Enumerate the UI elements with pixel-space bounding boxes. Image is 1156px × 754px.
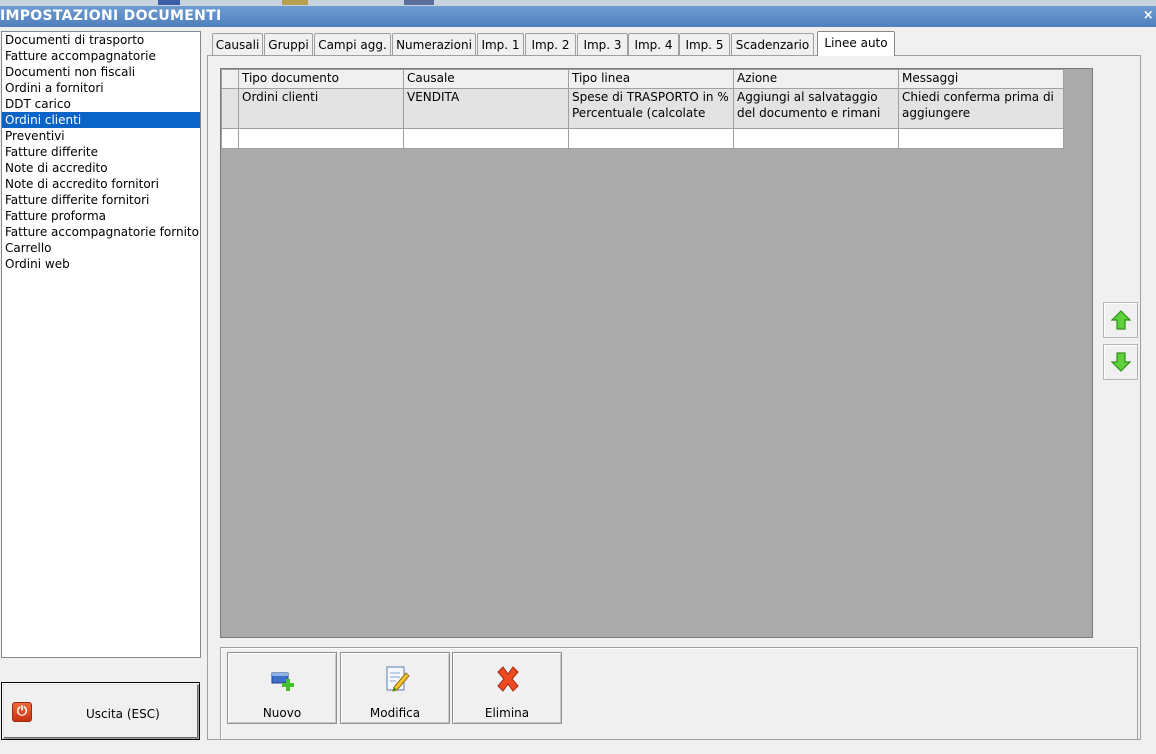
close-icon[interactable]: × — [1143, 6, 1154, 25]
new-button-label: Nuovo — [262, 706, 302, 720]
column-header[interactable]: Tipo linea — [568, 69, 734, 89]
document-type-item[interactable]: Fatture accompagnatorie fornitori — [2, 224, 200, 240]
delete-icon — [497, 666, 519, 692]
cell-text: Aggiungi al salvataggio del documento e … — [737, 90, 881, 120]
cell-text: Ordini clienti — [242, 90, 319, 104]
table-cell[interactable]: Spese di TRASPORTO in % Percentuale (cal… — [568, 88, 734, 129]
window-titlebar: IMPOSTAZIONI DOCUMENTI × — [0, 6, 1156, 27]
window-title: IMPOSTAZIONI DOCUMENTI — [0, 8, 222, 24]
table-cell[interactable]: Aggiungi al salvataggio del documento e … — [733, 88, 899, 129]
new-button[interactable]: Nuovo — [227, 652, 337, 724]
edit-button-label: Modifica — [369, 706, 421, 720]
grid-table: Tipo documento Causale Tipo linea Azione Mes… — [221, 69, 1064, 149]
exit-button[interactable]: ⏻ Uscita (ESC) — [1, 682, 200, 740]
edit-icon — [386, 666, 410, 692]
document-type-item[interactable]: DDT carico — [2, 96, 200, 112]
delete-button[interactable]: Elimina — [452, 652, 562, 724]
move-up-button[interactable] — [1103, 302, 1138, 338]
move-down-button[interactable] — [1103, 344, 1138, 380]
document-type-item[interactable]: Note di accredito fornitori — [2, 176, 200, 192]
document-type-item[interactable]: Documenti non fiscali — [2, 64, 200, 80]
cell-text: VENDITA — [407, 90, 460, 104]
table-cell[interactable] — [568, 128, 734, 149]
tab-imp-3[interactable]: Imp. 3 — [577, 33, 628, 55]
document-type-item[interactable]: Carrello — [2, 240, 200, 256]
document-type-item[interactable]: Fatture proforma — [2, 208, 200, 224]
column-header[interactable]: Causale — [403, 69, 569, 89]
row-header[interactable] — [221, 128, 239, 149]
table-row[interactable]: Ordini clienti VENDITA Spese di TRASPORTO … — [221, 88, 1064, 129]
column-header[interactable]: Azione — [733, 69, 899, 89]
document-type-item[interactable]: Fatture differite — [2, 144, 200, 160]
auto-lines-grid[interactable]: Tipo documento Causale Tipo linea Azione Mes… — [220, 68, 1093, 638]
row-header[interactable] — [221, 88, 239, 129]
document-type-list[interactable]: Documenti di trasporto Fatture accompagna… — [1, 31, 201, 658]
column-header[interactable]: Tipo documento — [238, 69, 404, 89]
table-cell[interactable]: Chiedi conferma prima di aggiungere — [898, 88, 1064, 129]
tab-campi-agg[interactable]: Campi agg. — [314, 33, 391, 55]
document-type-item[interactable]: Fatture differite fornitori — [2, 192, 200, 208]
exit-button-label: Uscita (ESC) — [86, 707, 160, 721]
tab-imp-5[interactable]: Imp. 5 — [679, 33, 730, 55]
column-header[interactable]: Messaggi — [898, 69, 1064, 89]
app-icon — [158, 0, 180, 5]
app-icon — [404, 0, 434, 5]
new-row[interactable] — [221, 128, 1064, 149]
tab-imp-2[interactable]: Imp. 2 — [525, 33, 576, 55]
tab-imp-1[interactable]: Imp. 1 — [477, 33, 524, 55]
add-icon — [271, 672, 294, 691]
tab-numerazioni[interactable]: Numerazioni — [392, 33, 476, 55]
table-cell[interactable] — [898, 128, 1064, 149]
document-type-item[interactable]: Documenti di trasporto — [2, 32, 200, 48]
cell-text: Chiedi conferma prima di aggiungere — [902, 90, 1054, 120]
table-cell[interactable]: Ordini clienti — [238, 88, 404, 129]
table-cell[interactable] — [733, 128, 899, 149]
table-cell[interactable] — [238, 128, 404, 149]
document-type-item[interactable]: Note di accredito — [2, 160, 200, 176]
cell-text: Spese di TRASPORTO in % Percentuale (cal… — [572, 90, 729, 120]
edit-button[interactable]: Modifica — [340, 652, 450, 724]
tab-causali[interactable]: Causali — [212, 33, 263, 55]
row-header-corner — [221, 69, 239, 89]
tab-gruppi[interactable]: Gruppi — [264, 33, 313, 55]
arrow-up-icon — [1110, 310, 1132, 330]
document-type-item[interactable]: Ordini clienti — [2, 112, 200, 128]
table-cell[interactable]: VENDITA — [403, 88, 569, 129]
tab-scadenzario[interactable]: Scadenzario — [731, 33, 814, 55]
tab-imp-4[interactable]: Imp. 4 — [628, 33, 679, 55]
document-type-item[interactable]: Ordini a fornitori — [2, 80, 200, 96]
power-icon: ⏻ — [12, 702, 32, 722]
table-cell[interactable] — [403, 128, 569, 149]
document-type-item[interactable]: Ordini web — [2, 256, 200, 272]
document-type-item[interactable]: Fatture accompagnatorie — [2, 48, 200, 64]
tab-linee-auto[interactable]: Linee auto — [817, 31, 895, 56]
app-icon — [282, 0, 308, 5]
arrow-down-icon — [1110, 352, 1132, 372]
delete-button-label: Elimina — [484, 706, 530, 720]
document-type-item[interactable]: Preventivi — [2, 128, 200, 144]
